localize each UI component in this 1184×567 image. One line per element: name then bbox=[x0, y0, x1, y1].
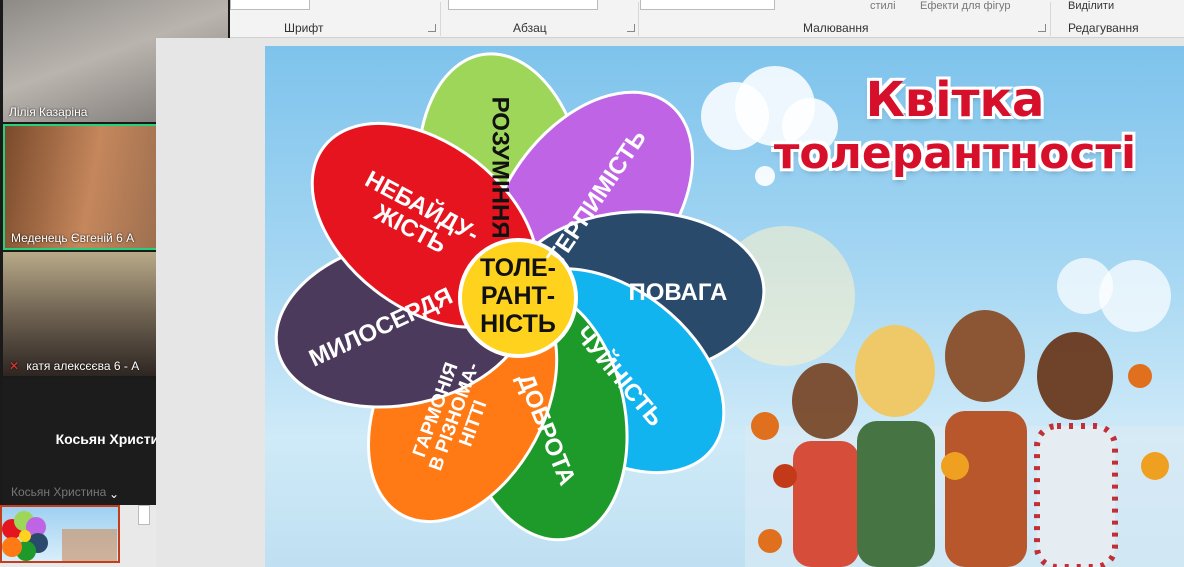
petal-label-line: РОЗУМІННЯ bbox=[486, 96, 514, 239]
petal-label-line: ПОВАГА bbox=[628, 278, 728, 306]
petal-label: ПОВАГА bbox=[618, 280, 738, 305]
participant-name-row: ✕ катя алексєєва 6 - А bbox=[9, 359, 139, 373]
thumbnail-scrollbar[interactable] bbox=[138, 505, 150, 525]
separator bbox=[638, 2, 639, 36]
muted-mic-icon: ✕ bbox=[9, 359, 20, 373]
group-paragraph: Абзац bbox=[513, 21, 547, 35]
group-font: Шрифт bbox=[284, 21, 324, 35]
separator bbox=[440, 2, 441, 36]
drawing-launcher-icon[interactable] bbox=[1038, 24, 1046, 32]
styles-label[interactable]: стилі bbox=[870, 0, 896, 12]
shape-effects-button[interactable]: Ефекти для фігур bbox=[920, 0, 1011, 12]
group-drawing: Малювання bbox=[803, 21, 869, 35]
chevron-down-icon[interactable]: ⌄ bbox=[109, 487, 123, 501]
font-controls[interactable] bbox=[230, 0, 310, 10]
participant-name: катя алексєєва 6 - А bbox=[26, 359, 140, 373]
paragraph-launcher-icon[interactable] bbox=[627, 24, 635, 32]
shapes-gallery[interactable] bbox=[640, 0, 775, 10]
slide-thumbnail[interactable] bbox=[0, 505, 120, 563]
participant-name: Лілія Казаріна bbox=[9, 105, 88, 119]
paragraph-controls[interactable] bbox=[448, 0, 598, 10]
flower-center-label: ТОЛЕ- РАНТ- НІСТЬ bbox=[463, 254, 573, 338]
participant-name: Меденець Євгеній 6 А bbox=[11, 231, 135, 245]
slide[interactable]: Квітка толерантності РОЗУМІННЯ ТЕРПИМІСТЬ… bbox=[265, 46, 1184, 567]
center-label-line: РАНТ- bbox=[480, 282, 556, 310]
font-launcher-icon[interactable] bbox=[428, 24, 436, 32]
participant-name-small: Косьян Христина bbox=[11, 485, 107, 499]
ribbon: стилі Ефекти для фігур Виділити Шрифт Аб… bbox=[230, 0, 1184, 38]
center-label-line: ТОЛЕ- bbox=[479, 254, 556, 282]
center-label-line: НІСТЬ bbox=[480, 310, 556, 338]
thumbnail-flower-icon bbox=[2, 511, 117, 561]
select-button[interactable]: Виділити bbox=[1068, 0, 1114, 12]
petal-label: РОЗУМІННЯ bbox=[486, 87, 514, 247]
group-editing: Редагування bbox=[1068, 21, 1139, 35]
separator bbox=[1050, 2, 1051, 36]
